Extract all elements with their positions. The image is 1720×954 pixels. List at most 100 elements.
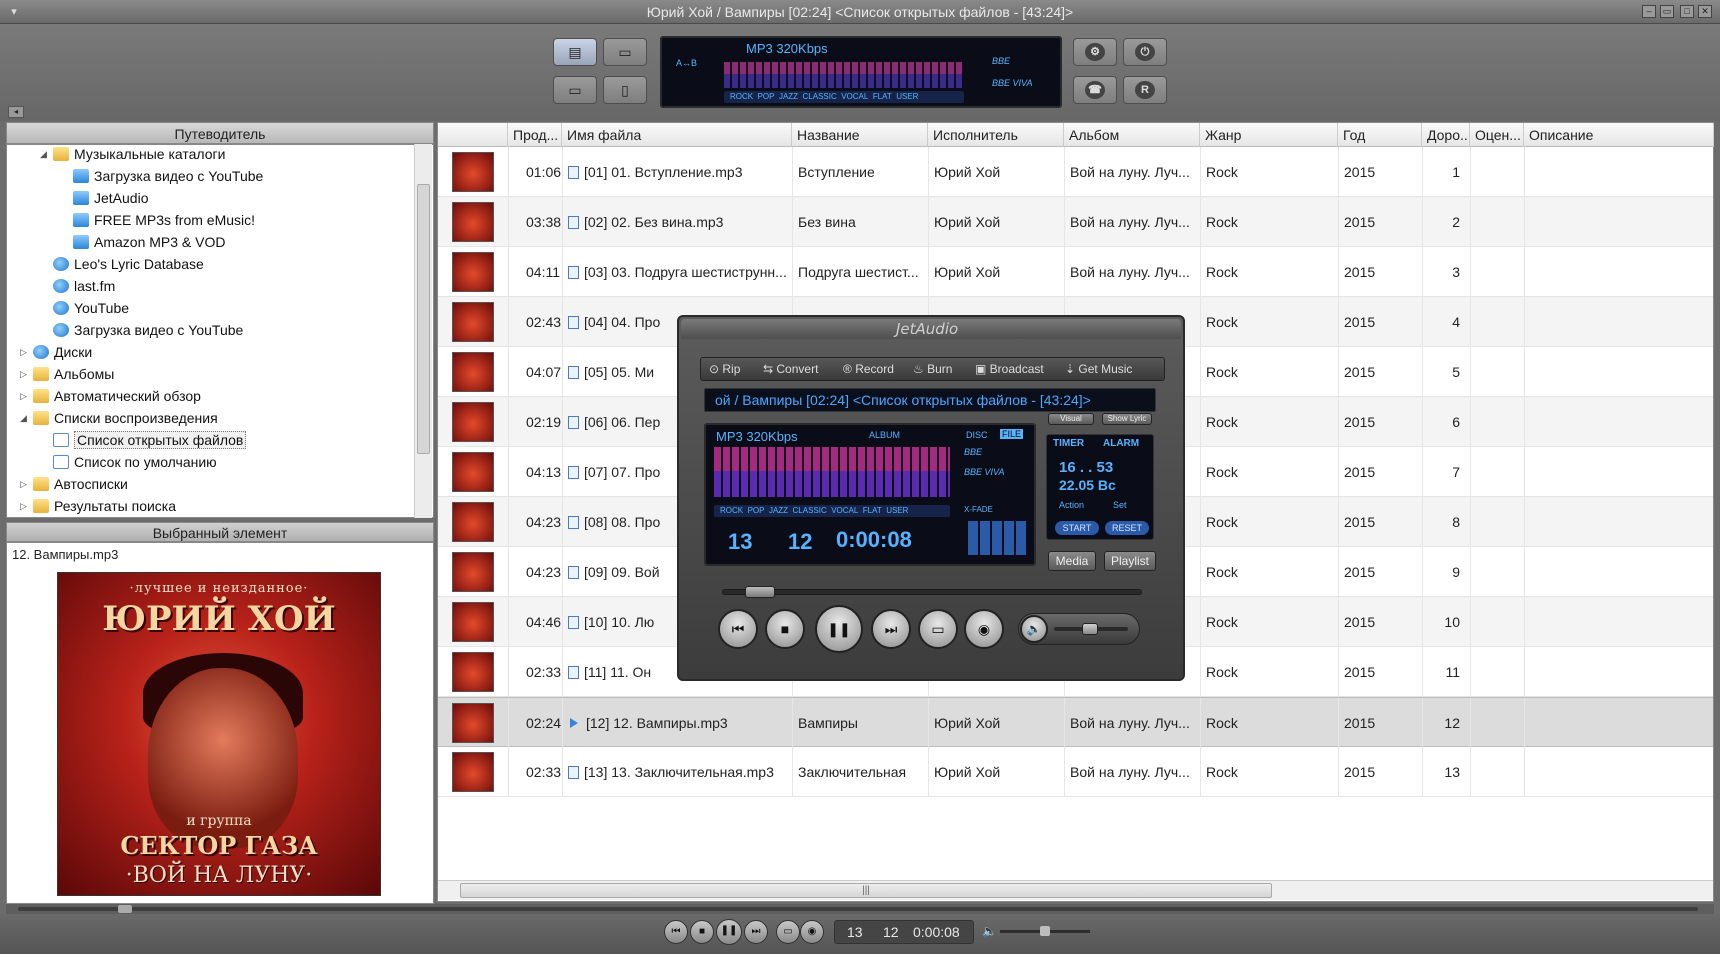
- lcd-bbe-label[interactable]: BBE: [992, 56, 1010, 66]
- tree-item[interactable]: ◢ Списки воспроизведения: [20, 407, 218, 429]
- video-view-button[interactable]: ▭: [603, 38, 647, 66]
- mini-bbe-viva-label[interactable]: BBE VIVA: [964, 467, 1005, 477]
- prev-track-icon[interactable]: ⏮: [718, 609, 758, 649]
- tree-item[interactable]: Leo's Lyric Database: [53, 253, 204, 275]
- mini-number-grid[interactable]: [968, 521, 1026, 555]
- settings-button[interactable]: ⚙: [1073, 38, 1117, 66]
- eq-preset[interactable]: USER: [886, 506, 908, 515]
- stop-icon[interactable]: ■: [690, 920, 714, 944]
- expand-arrow-icon[interactable]: ▷: [20, 341, 27, 363]
- show-lyric-button[interactable]: Show Lyric: [1102, 413, 1152, 425]
- tree-item[interactable]: Amazon MP3 & VOD: [73, 231, 226, 253]
- stop-icon[interactable]: ■: [765, 609, 805, 649]
- convert-button[interactable]: ⇆ Convert: [763, 358, 818, 380]
- mini-bbe-label[interactable]: BBE: [964, 447, 982, 457]
- alarm-label[interactable]: ALARM: [1103, 438, 1139, 449]
- eq-preset[interactable]: FLAT: [863, 506, 882, 515]
- tree-item[interactable]: ▷ Альбомы: [20, 363, 114, 385]
- mini-xfade-label[interactable]: X-FADE: [964, 505, 993, 514]
- table-row[interactable]: 03:38 [02] 02. Без вина.mp3 Без вина Юрий Х…: [438, 197, 1713, 247]
- library-view-button[interactable]: ▤: [553, 38, 597, 66]
- table-row[interactable]: 02:24 [12] 12. Вампиры.mp3 Вампиры Юрий Хой…: [438, 697, 1713, 748]
- column-header-duration[interactable]: Прод...: [508, 123, 562, 147]
- timer-label[interactable]: TIMER: [1053, 438, 1084, 449]
- recorder-button[interactable]: ☎: [1073, 76, 1117, 104]
- tree-scroll-thumb[interactable]: [417, 184, 430, 454]
- column-header-filename[interactable]: Имя файла: [562, 123, 792, 147]
- start-button[interactable]: START: [1055, 521, 1099, 535]
- column-header-description[interactable]: Описание: [1524, 123, 1714, 147]
- collapse-arrow-icon[interactable]: ◢: [40, 145, 47, 165]
- next-track-icon[interactable]: ⏭: [871, 609, 911, 649]
- tree-item[interactable]: Загрузка видео с YouTube: [53, 319, 243, 341]
- table-row[interactable]: 01:06 [01] 01. Вступление.mp3 Вступление Юр…: [438, 147, 1713, 197]
- table-row[interactable]: 02:33 [13] 13. Заключительная.mp3 Заключит…: [438, 747, 1713, 797]
- mini-file-label[interactable]: FILE: [1000, 429, 1024, 439]
- close-button[interactable]: ✕: [1698, 5, 1712, 18]
- register-button[interactable]: R: [1123, 76, 1167, 104]
- mini-album-label[interactable]: ALBUM: [869, 430, 900, 440]
- prev-track-icon[interactable]: ⏮: [664, 920, 688, 944]
- tree-item[interactable]: Список открытых файлов: [53, 429, 247, 451]
- burn-button[interactable]: ♨ Burn: [913, 358, 952, 380]
- mini-seek-bar[interactable]: [722, 589, 1142, 595]
- column-header-art[interactable]: [438, 123, 508, 147]
- screen-view-button[interactable]: ▭: [553, 76, 597, 104]
- collapse-panel-icon[interactable]: ◂: [8, 106, 24, 118]
- collapse-arrow-icon[interactable]: ◢: [20, 407, 27, 429]
- tree-item[interactable]: FREE MP3s from eMusic!: [73, 209, 255, 231]
- tree-item[interactable]: ▷ Автосписки: [20, 473, 128, 495]
- playlist-button[interactable]: Playlist: [1104, 551, 1156, 571]
- rip-button[interactable]: ⊙ Rip: [709, 358, 740, 380]
- reset-button[interactable]: RESET: [1105, 521, 1149, 535]
- eq-preset[interactable]: FLAT: [873, 92, 892, 101]
- column-header-rating[interactable]: Оцен...: [1470, 123, 1524, 147]
- tree-item[interactable]: Список по умолчанию: [53, 451, 217, 473]
- visual-button[interactable]: Visual: [1048, 413, 1094, 425]
- expand-arrow-icon[interactable]: ▷: [20, 495, 27, 517]
- device-view-button[interactable]: ▯: [603, 76, 647, 104]
- eject-disc-icon[interactable]: ◉: [800, 920, 824, 944]
- column-header-artist[interactable]: Исполнитель: [928, 123, 1064, 147]
- eq-preset[interactable]: VOCAL: [831, 506, 858, 515]
- open-folder-icon[interactable]: ▭: [776, 920, 800, 944]
- column-header-title[interactable]: Название: [792, 123, 928, 147]
- tree-item[interactable]: ▷ Результаты поиска: [20, 495, 176, 517]
- eq-preset[interactable]: USER: [896, 92, 918, 101]
- volume-icon[interactable]: 🔈: [982, 924, 997, 938]
- expand-arrow-icon[interactable]: ▷: [20, 363, 27, 385]
- open-folder-icon[interactable]: ▭: [918, 609, 958, 649]
- bottom-volume-thumb[interactable]: [1040, 926, 1050, 936]
- set-label[interactable]: Set: [1113, 500, 1127, 510]
- column-header-album[interactable]: Альбом: [1064, 123, 1200, 147]
- table-row[interactable]: 04:11 [03] 03. Подруга шестиструнн... Подр…: [438, 247, 1713, 297]
- column-header-track[interactable]: Доро...: [1422, 123, 1470, 147]
- power-button[interactable]: ⏻: [1123, 38, 1167, 66]
- eject-disc-icon[interactable]: ◉: [964, 609, 1004, 649]
- main-seek-thumb[interactable]: [118, 905, 132, 913]
- mini-disc-label[interactable]: DISC: [966, 430, 988, 440]
- tree-item[interactable]: ◢ Музыкальные каталоги: [40, 145, 225, 165]
- eq-preset[interactable]: ROCK: [730, 92, 753, 101]
- eq-preset[interactable]: POP: [748, 506, 765, 515]
- eq-preset[interactable]: ROCK: [720, 506, 743, 515]
- action-label[interactable]: Action: [1059, 500, 1084, 510]
- eq-preset[interactable]: CLASSIC: [803, 92, 837, 101]
- lcd-eq-presets[interactable]: ROCK POP JAZZ CLASSIC VOCAL FLAT USER: [724, 91, 964, 103]
- media-button[interactable]: Media: [1048, 551, 1096, 571]
- column-header-genre[interactable]: Жанр: [1200, 123, 1338, 147]
- eq-preset[interactable]: JAZZ: [779, 92, 798, 101]
- expand-arrow-icon[interactable]: ▷: [20, 473, 27, 495]
- hscroll-thumb[interactable]: |||: [460, 883, 1272, 898]
- tree-item[interactable]: JetAudio: [73, 187, 148, 209]
- next-track-icon[interactable]: ⏭: [744, 920, 768, 944]
- tree-item[interactable]: ▷ Автоматический обзор: [20, 385, 201, 407]
- pause-icon[interactable]: ❚❚: [716, 919, 742, 945]
- eq-preset[interactable]: JAZZ: [769, 506, 788, 515]
- pause-icon[interactable]: ❚❚: [815, 605, 863, 653]
- menu-chevron-icon[interactable]: ▾: [6, 4, 22, 20]
- eq-preset[interactable]: POP: [758, 92, 775, 101]
- tree-scrollbar[interactable]: [414, 144, 432, 518]
- tree-item[interactable]: Загрузка видео с YouTube: [73, 165, 263, 187]
- tree-item[interactable]: ▷ Диски: [20, 341, 92, 363]
